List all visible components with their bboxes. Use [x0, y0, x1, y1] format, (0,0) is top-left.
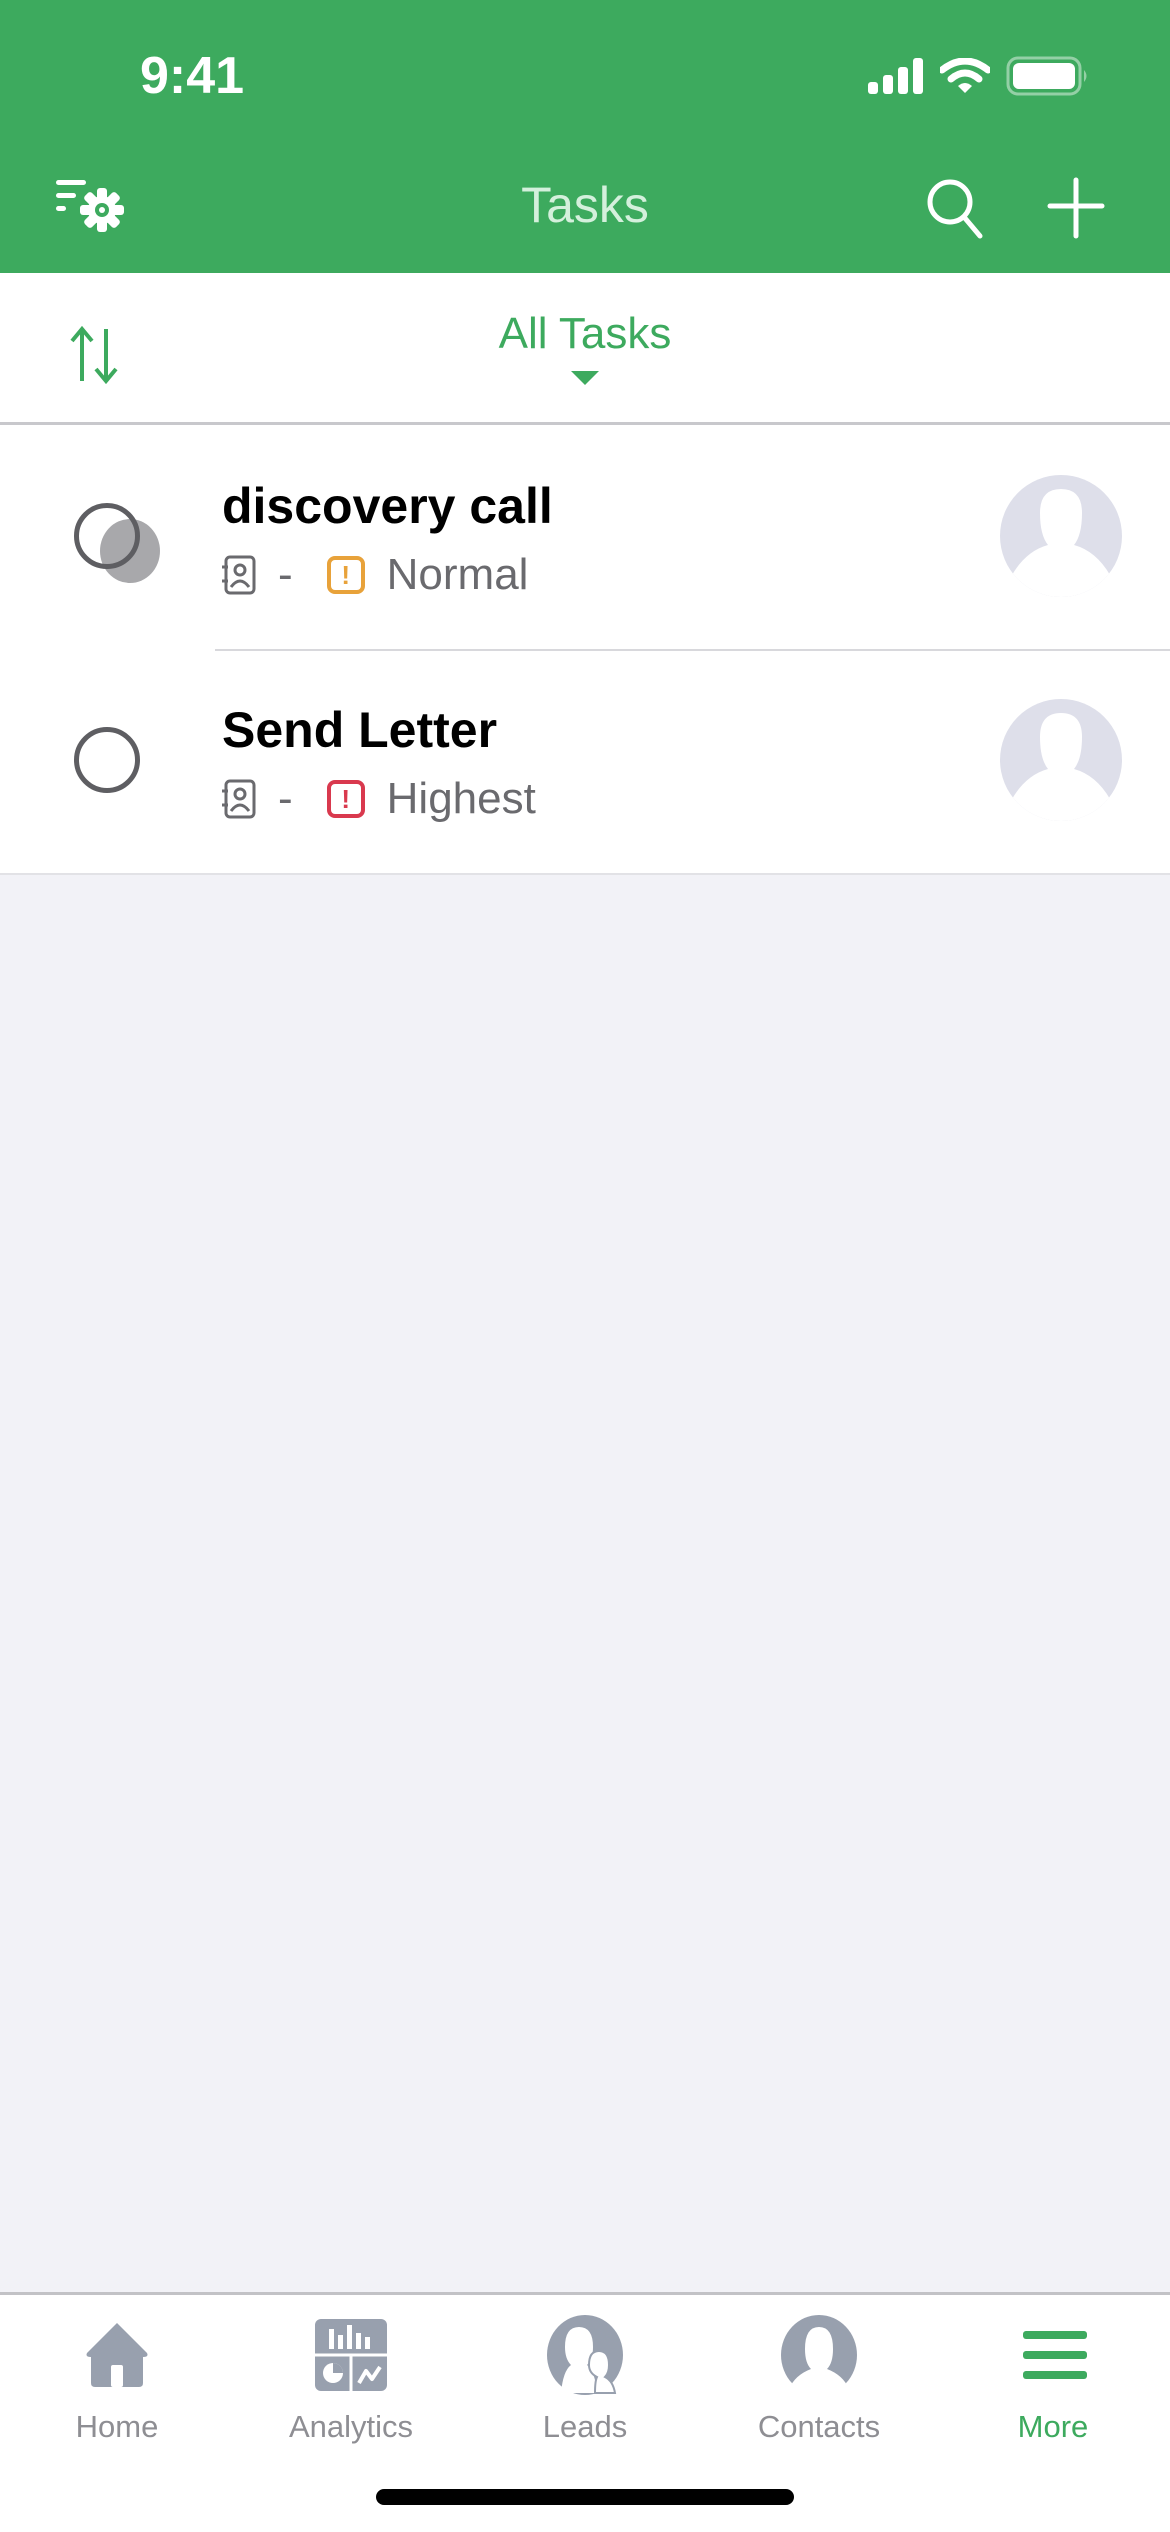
priority-label: Normal: [386, 550, 529, 599]
tab-label: More: [1017, 2409, 1089, 2444]
caret-down-icon: [571, 371, 599, 385]
view-selector-label: All Tasks: [498, 309, 672, 358]
related-value: -: [278, 774, 293, 823]
menu-icon: [1023, 2331, 1087, 2379]
complete-task-checkbox[interactable]: [74, 727, 140, 793]
search-button[interactable]: [924, 176, 988, 240]
tab-more[interactable]: More: [936, 2313, 1170, 2463]
tab-home[interactable]: Home: [0, 2313, 234, 2463]
sort-arrows-icon: [70, 325, 118, 385]
tab-label: Contacts: [757, 2409, 881, 2444]
task-meta: - ! Normal: [222, 547, 528, 603]
tab-label: Leads: [542, 2409, 628, 2444]
search-icon: [927, 179, 983, 239]
add-task-button[interactable]: [1044, 176, 1108, 240]
default-avatar-icon: [1012, 489, 1110, 597]
complete-task-checkbox[interactable]: [74, 503, 140, 569]
exclamation-icon: !: [326, 780, 365, 818]
tab-leads[interactable]: Leads: [468, 2313, 702, 2463]
tab-label: Home: [75, 2409, 159, 2444]
owner-avatar[interactable]: [1000, 699, 1122, 821]
tab-analytics[interactable]: Analytics: [234, 2313, 468, 2463]
tab-contacts[interactable]: Contacts: [702, 2313, 936, 2463]
status-time: 9:41: [140, 47, 245, 105]
priority-label: Highest: [386, 774, 536, 823]
exclamation-icon: !: [326, 556, 365, 594]
app-header: 9:41 Tasks: [0, 0, 1170, 273]
task-row[interactable]: discovery call - ! Normal: [0, 425, 1170, 649]
plus-icon: [1047, 177, 1105, 239]
status-icons: [868, 56, 1090, 96]
wifi-icon: [940, 58, 990, 93]
task-title: discovery call: [222, 478, 553, 534]
tab-label: Analytics: [288, 2409, 414, 2444]
page-title: Tasks: [521, 177, 649, 233]
home-icon: [86, 2323, 148, 2387]
filter-bar: All Tasks: [0, 273, 1170, 425]
home-indicator[interactable]: [376, 2489, 794, 2505]
task-row[interactable]: Send Letter - ! Highest: [0, 649, 1170, 873]
sort-button[interactable]: [68, 325, 124, 385]
default-avatar-icon: [1012, 713, 1110, 821]
task-title: Send Letter: [222, 702, 498, 758]
task-meta: - ! Highest: [222, 771, 536, 827]
cellular-signal-icon: [868, 58, 923, 94]
task-list: discovery call - ! Normal Send Letter - …: [0, 425, 1170, 875]
analytics-icon: [315, 2319, 387, 2391]
related-value: -: [278, 550, 293, 599]
battery-icon: [1006, 56, 1087, 96]
leads-icon: [547, 2315, 623, 2395]
contact-book-icon: [222, 779, 256, 819]
owner-avatar[interactable]: [1000, 475, 1122, 597]
contact-book-icon: [222, 555, 256, 595]
view-selector[interactable]: All Tasks: [435, 309, 735, 385]
contacts-icon: [781, 2315, 857, 2397]
